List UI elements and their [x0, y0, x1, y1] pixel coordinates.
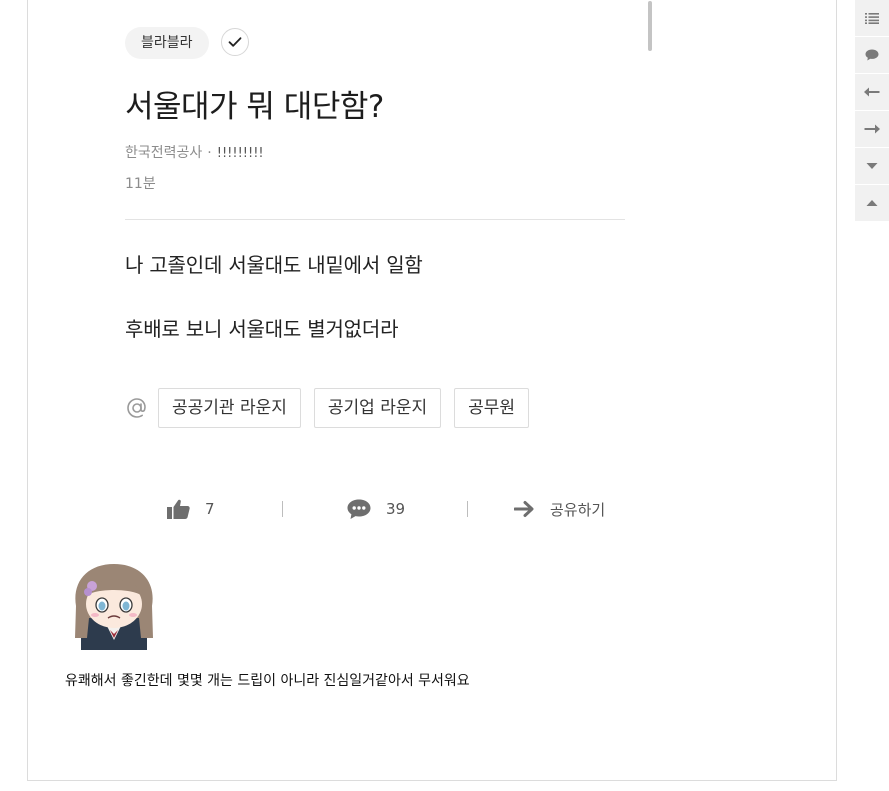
action-separator	[467, 501, 468, 517]
post-card: 블라블라 서울대가 뭐 대단함? 한국전력공사 ·!!!!!!!!! 11분 나 …	[27, 0, 837, 781]
comment-text: 유쾌해서 좋긴한데 몇몇 개는 드립이 아니라 진심일거같아서 무서워요	[65, 673, 470, 689]
post-time: 11분	[125, 176, 156, 192]
share-button[interactable]: 공유하기	[514, 491, 605, 527]
rail-scroll-up-button[interactable]	[855, 185, 889, 221]
tag-list: 공공기관 라운지 공기업 라운지 공무원	[125, 388, 542, 428]
rail-prev-button[interactable]	[855, 74, 889, 110]
caret-up-icon	[866, 200, 878, 206]
list-icon	[865, 13, 879, 24]
rail-list-button[interactable]	[855, 0, 889, 36]
rail-comment-button[interactable]	[855, 37, 889, 73]
author-company[interactable]: 한국전력공사	[125, 145, 202, 161]
at-icon	[127, 398, 146, 418]
category-chip[interactable]: 블라블라	[125, 27, 209, 59]
post-body-line: 후배로 보니 서울대도 별거없더라	[125, 317, 399, 341]
share-arrow-icon	[514, 501, 534, 517]
comment-button[interactable]: 39	[346, 491, 405, 527]
action-separator	[282, 501, 283, 517]
commenter-avatar[interactable]	[67, 560, 161, 650]
thumbs-up-icon	[167, 499, 190, 519]
arrow-right-icon	[864, 124, 880, 134]
check-icon	[228, 37, 242, 47]
rail-next-button[interactable]	[855, 111, 889, 147]
post-meta: 한국전력공사 ·!!!!!!!!!	[125, 142, 264, 162]
follow-check-button[interactable]	[221, 28, 249, 56]
rail-scroll-down-button[interactable]	[855, 148, 889, 184]
caret-down-icon	[866, 163, 878, 169]
comment-bubble-icon	[347, 499, 371, 519]
post-body-line: 나 고졸인데 서울대도 내밑에서 일함	[125, 253, 423, 277]
tag-civil-servant[interactable]: 공무원	[454, 388, 530, 428]
meta-separator: ·	[207, 145, 212, 161]
arrow-left-icon	[864, 87, 880, 97]
post-title: 서울대가 뭐 대단함?	[125, 89, 384, 125]
comment-count: 39	[386, 500, 406, 518]
action-bar: 7 39 공유하기	[125, 491, 625, 527]
like-count: 7	[205, 500, 215, 518]
author-nickname[interactable]: !!!!!!!!!	[217, 146, 264, 161]
tag-public-enterprise-lounge[interactable]: 공기업 라운지	[313, 388, 442, 428]
share-label: 공유하기	[550, 500, 606, 519]
divider	[125, 219, 625, 220]
scroll-indicator[interactable]	[648, 1, 652, 51]
side-rail	[855, 0, 889, 222]
like-button[interactable]: 7	[166, 491, 215, 527]
comment-bubble-icon	[865, 49, 879, 61]
tag-public-institution-lounge[interactable]: 공공기관 라운지	[158, 388, 301, 428]
